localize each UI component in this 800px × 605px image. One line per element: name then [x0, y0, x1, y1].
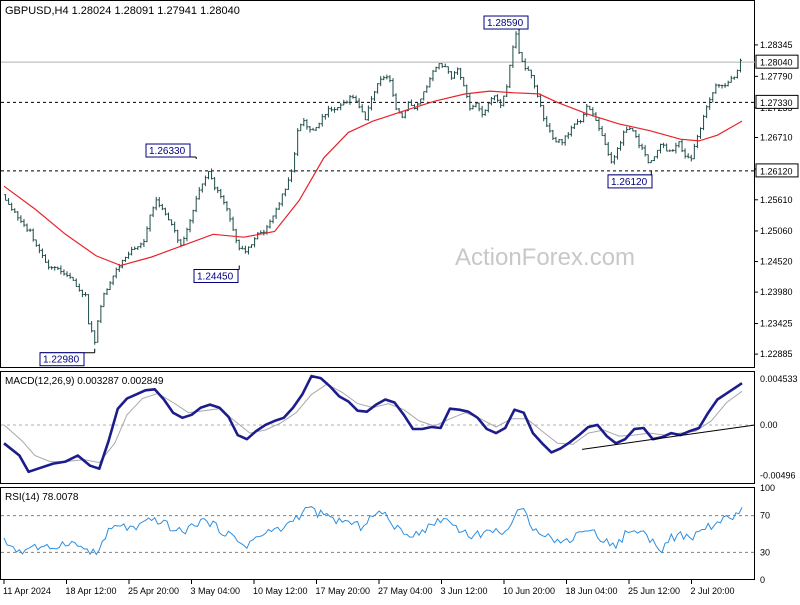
x-tick-label: 25 Apr 20:00 — [128, 586, 179, 596]
macd-tick-label: 0.00 — [760, 420, 778, 430]
annotation-callout: 1.28590 — [483, 15, 529, 32]
price-tick-label: 1.28345 — [760, 40, 793, 50]
price-tick-label: 1.25610 — [760, 195, 793, 205]
chart-svg: ActionForex.com 1.283451.277901.272351.2… — [0, 0, 799, 596]
rsi-tick-label: 0 — [760, 575, 765, 585]
level-label-0: 1.27330 — [760, 98, 793, 108]
x-tick-label: 18 Jun 04:00 — [566, 586, 618, 596]
rsi-tick-label: 70 — [760, 511, 770, 521]
annotation-label: 1.26330 — [149, 146, 186, 157]
price-tick-label: 1.24520 — [760, 257, 793, 267]
annotation-callout: 1.26330 — [145, 143, 197, 160]
macd-label: MACD(12,26,9) 0.003287 0.002849 — [5, 376, 164, 387]
price-tick-label: 1.26710 — [760, 132, 793, 142]
price-watermark: ActionForex.com — [455, 244, 635, 271]
price-tick-label: 1.22885 — [760, 349, 793, 359]
macd-tick-label: -0.00496 — [760, 470, 796, 480]
x-tick-label: 11 Apr 2024 — [3, 586, 51, 596]
x-tick-label: 27 May 04:00 — [378, 586, 433, 596]
x-tick-label: 2 Jul 20:00 — [691, 586, 735, 596]
annotation-label: 1.26120 — [611, 177, 648, 188]
x-tick-label: 10 Jun 20:00 — [503, 586, 555, 596]
level-label-1: 1.26120 — [760, 166, 793, 176]
x-tick-label: 18 Apr 12:00 — [66, 586, 117, 596]
annotation-label: 1.24450 — [197, 271, 234, 282]
x-tick-label: 10 May 12:00 — [253, 586, 308, 596]
price-tick-label: 1.23425 — [760, 319, 793, 329]
x-tick-label: 3 Jun 12:00 — [441, 586, 488, 596]
x-axis: 11 Apr 2024 18 Apr 12:00 25 Apr 20:00 3 May… — [3, 580, 735, 596]
last-price-label: 1.28040 — [760, 58, 793, 68]
price-tick-label: 1.27790 — [760, 71, 793, 81]
rsi-tick-label: 30 — [760, 547, 770, 557]
x-tick-label: 17 May 20:00 — [316, 586, 371, 596]
annotation-label: 1.22980 — [43, 355, 80, 366]
x-tick-label: 3 May 04:00 — [191, 586, 241, 596]
rsi-panel-frame — [0, 487, 755, 580]
rsi-tick-label: 100 — [760, 483, 775, 493]
chart-header: GBPUSD,H4 1.28024 1.28091 1.27941 1.2804… — [5, 5, 240, 17]
annotation-label: 1.28590 — [487, 18, 524, 29]
forex-chart: ActionForex.com 1.283451.277901.272351.2… — [0, 0, 800, 600]
price-tick-label: 1.23980 — [760, 287, 793, 297]
macd-tick-label: 0.004533 — [760, 374, 798, 384]
rsi-label: RSI(14) 78.0078 — [5, 492, 79, 503]
x-tick-label: 25 Jun 12:00 — [628, 586, 680, 596]
price-tick-label: 1.25060 — [760, 226, 793, 236]
